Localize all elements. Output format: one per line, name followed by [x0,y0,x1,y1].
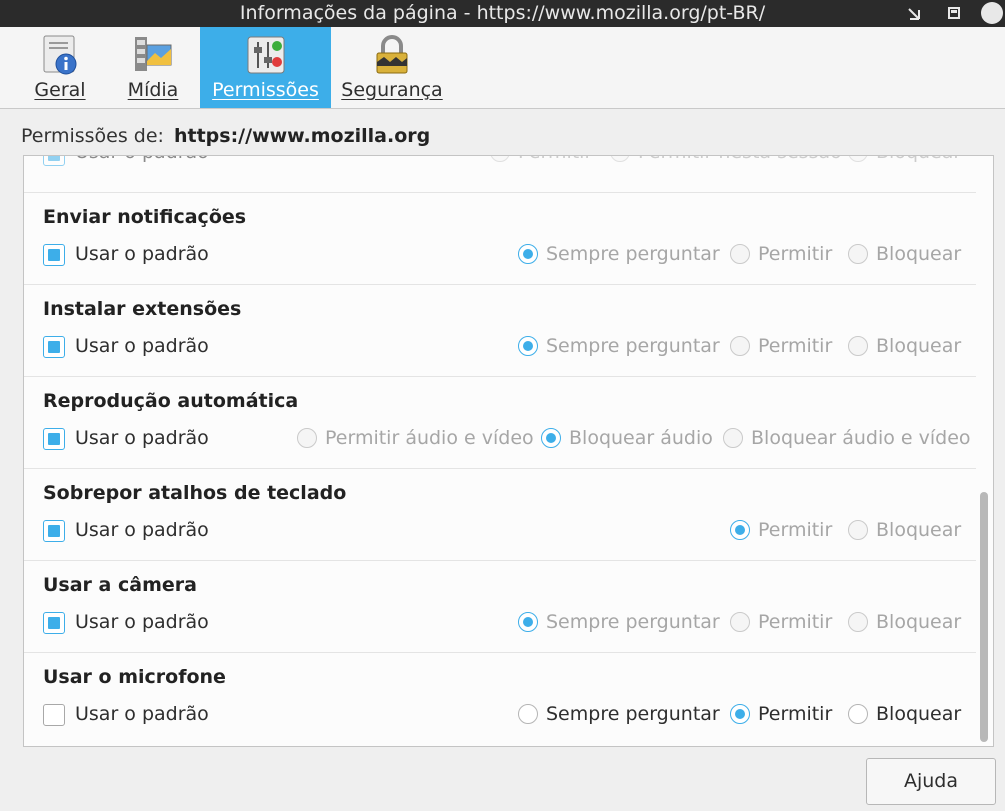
info-icon [38,33,82,77]
tab-label: Geral [34,79,86,101]
help-button[interactable]: Ajuda [866,758,996,805]
section-title: Usar o microfone [43,666,226,688]
permissions-header: Permissões de: https://www.mozilla.org [21,125,430,147]
permissions-of-label: Permissões de: [21,125,164,147]
use-default-label: Usar o padrão [75,335,209,357]
tab-label: Segurança [341,79,443,101]
use-default-checkbox[interactable] [43,704,65,726]
use-default-label: Usar o padrão [75,611,209,633]
permissions-list[interactable]: Usar o padrão Permitir Permitir nesta se… [23,155,994,747]
section-title: Usar a câmera [43,574,197,596]
section-title: Reprodução automática [43,390,299,412]
lock-icon [370,33,414,77]
close-icon[interactable] [981,2,1003,24]
use-default-label: Usar o padrão [75,519,209,541]
partial-row: Usar o padrão Permitir Permitir nesta se… [24,156,976,177]
tab-toolbar: Geral Mídia Permissões Segurança [0,27,1005,109]
tab-geral[interactable]: Geral [20,27,100,108]
use-default-checkbox[interactable] [43,612,65,634]
tab-seguranca[interactable]: Segurança [338,27,446,108]
minimize-icon[interactable] [901,0,927,27]
section-title: Sobrepor atalhos de teclado [43,482,347,504]
use-default-checkbox[interactable] [43,156,65,166]
use-default-checkbox[interactable] [43,336,65,358]
use-default-label: Usar o padrão [75,156,209,163]
section-title: Instalar extensões [43,298,242,320]
use-default-label: Usar o padrão [75,427,209,449]
scrollbar-thumb[interactable] [980,492,988,742]
tab-label: Permissões [212,79,319,101]
use-default-label: Usar o padrão [75,243,209,265]
window-titlebar: Informações da página - https://www.mozi… [0,0,1005,27]
section-title: Enviar notificações [43,206,247,228]
window-title: Informações da página - https://www.mozi… [239,2,766,24]
maximize-icon[interactable] [941,0,967,27]
tab-midia[interactable]: Mídia [112,27,194,108]
permissions-icon [244,33,288,77]
use-default-label: Usar o padrão [75,703,209,725]
tab-label: Mídia [127,79,179,101]
permissions-site: https://www.mozilla.org [173,125,431,147]
use-default-checkbox[interactable] [43,244,65,266]
use-default-checkbox[interactable] [43,520,65,542]
use-default-checkbox[interactable] [43,428,65,450]
tab-permissoes[interactable]: Permissões [200,27,331,108]
media-icon [131,33,175,77]
